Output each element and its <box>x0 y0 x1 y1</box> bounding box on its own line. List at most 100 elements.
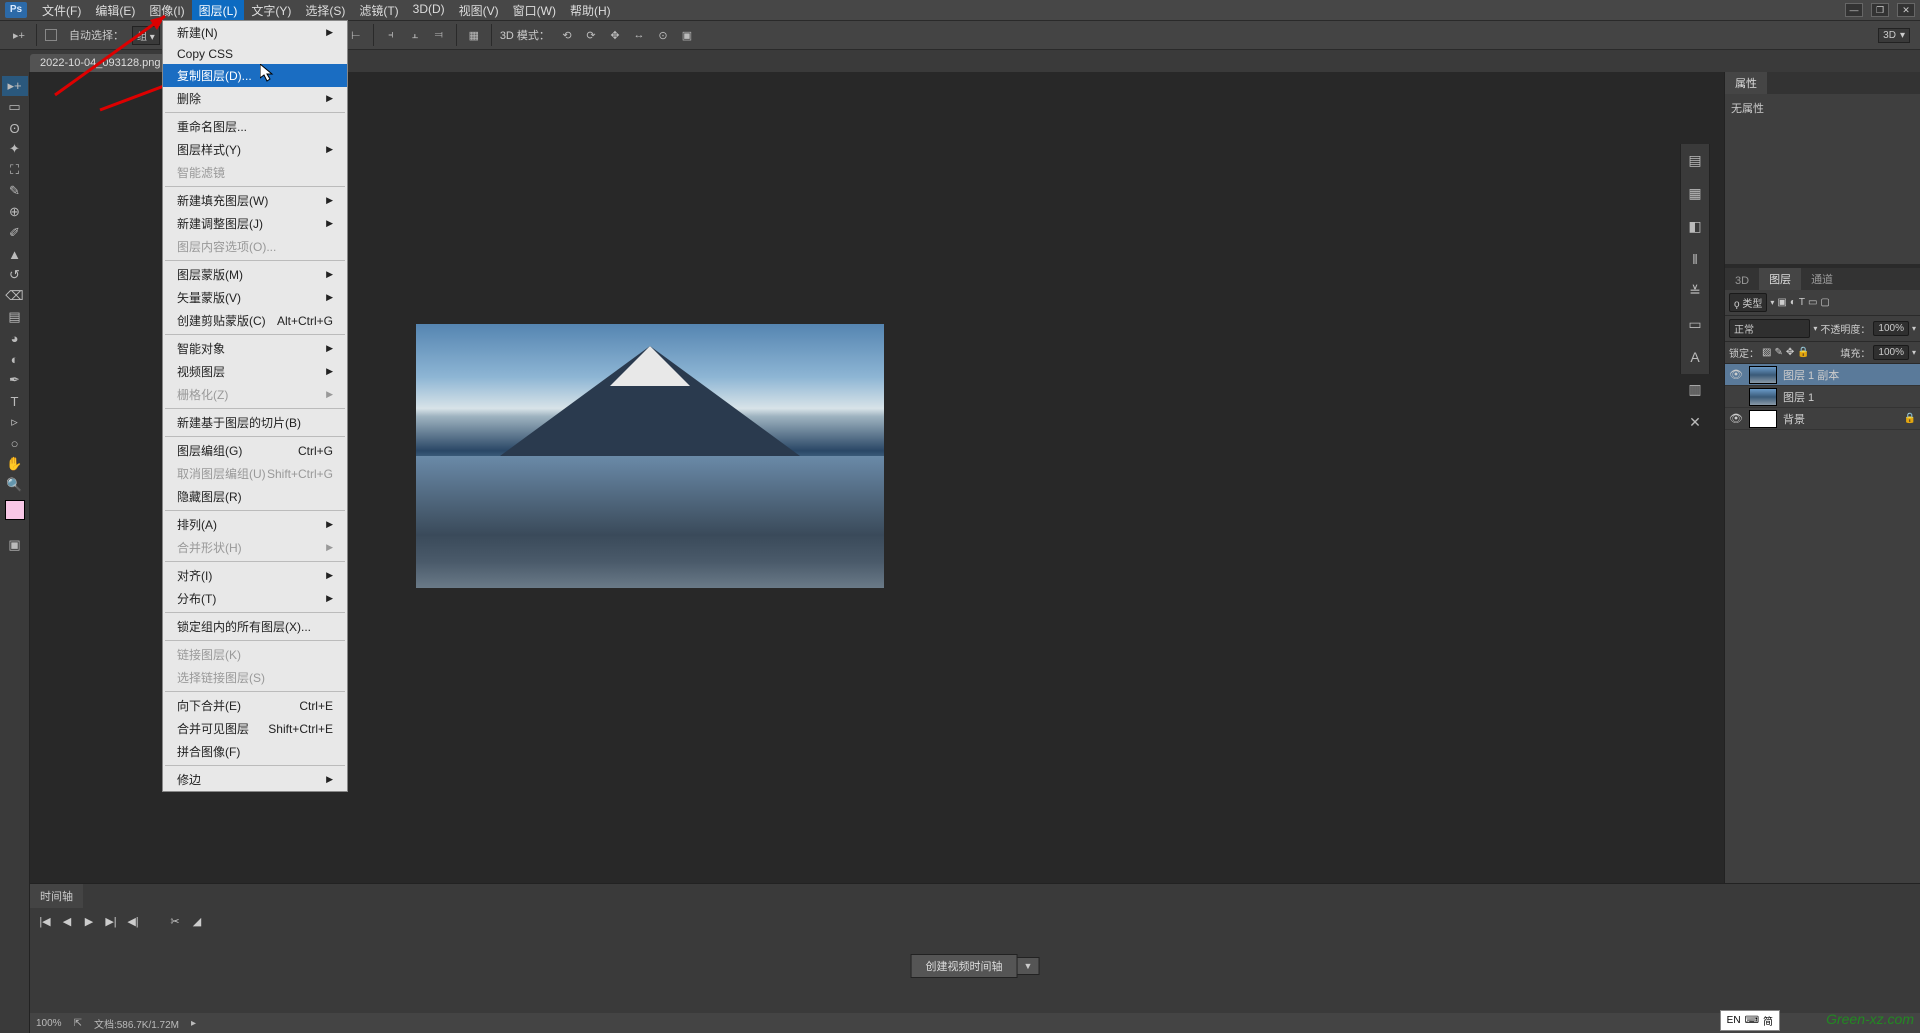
visibility-toggle[interactable]: 👁 <box>1729 368 1743 381</box>
tl-cut-icon[interactable]: ✂ <box>168 914 182 928</box>
filter-adj-icon[interactable]: ◐ <box>1790 297 1796 308</box>
fill-value[interactable]: 100% <box>1873 345 1909 360</box>
layer-row[interactable]: 👁图层 1 副本 <box>1725 364 1920 386</box>
pen-tool[interactable]: ✒ <box>2 370 28 390</box>
crop-tool[interactable]: ⛶ <box>2 160 28 180</box>
menu-窗口[interactable]: 窗口(W) <box>506 0 563 21</box>
menu-item-修边[interactable]: 修边▶ <box>163 768 347 791</box>
brush-preset-icon[interactable]: ‖ <box>1684 251 1706 267</box>
menu-item-图层编组G[interactable]: 图层编组(G)Ctrl+G <box>163 439 347 462</box>
layer-filter-combo[interactable]: ϙ 类型 <box>1729 293 1767 312</box>
tl-prev-icon[interactable]: ◀ <box>60 914 74 928</box>
tab-channels[interactable]: 通道 <box>1801 268 1843 290</box>
camera-3d-icon[interactable]: ▣ <box>678 26 696 44</box>
gradient-tool[interactable]: ▤ <box>2 307 28 327</box>
adjustments-icon[interactable]: ≚ <box>1684 283 1706 300</box>
healing-tool[interactable]: ⊕ <box>2 202 28 222</box>
tl-transition-icon[interactable]: ◢ <box>190 914 204 928</box>
eraser-tool[interactable]: ⌫ <box>2 286 28 306</box>
menu-item-智能对象[interactable]: 智能对象▶ <box>163 337 347 360</box>
type-tool[interactable]: T <box>2 391 28 411</box>
menu-item-新建填充图层W[interactable]: 新建填充图层(W)▶ <box>163 189 347 212</box>
menu-item-重命名图层[interactable]: 重命名图层... <box>163 115 347 138</box>
menu-item-图层样式Y[interactable]: 图层样式(Y)▶ <box>163 138 347 161</box>
tab-layers[interactable]: 图层 <box>1759 268 1801 290</box>
ime-indicator[interactable]: EN ⌨ 简 <box>1720 1010 1780 1031</box>
auto-align-icon[interactable]: ▦ <box>465 26 483 44</box>
menu-item-CopyCSS[interactable]: Copy CSS <box>163 44 347 64</box>
hand-tool[interactable]: ✋ <box>2 454 28 474</box>
menu-item-新建调整图层J[interactable]: 新建调整图层(J)▶ <box>163 212 347 235</box>
menu-item-新建基于图层的切片B[interactable]: 新建基于图层的切片(B) <box>163 411 347 434</box>
zoom-arrow-icon[interactable]: ⇱ <box>74 1018 82 1029</box>
menu-item-对齐I[interactable]: 对齐(I)▶ <box>163 564 347 587</box>
minimize-button[interactable]: — <box>1845 3 1863 17</box>
menu-item-创建剪贴蒙版C[interactable]: 创建剪贴蒙版(C)Alt+Ctrl+G <box>163 309 347 332</box>
menu-item-合并可见图层[interactable]: 合并可见图层Shift+Ctrl+E <box>163 717 347 740</box>
swatches-icon[interactable]: ▦ <box>1684 185 1706 202</box>
layer-row[interactable]: 👁背景🔒 <box>1725 408 1920 430</box>
filter-shape-icon[interactable]: ▭ <box>1808 297 1817 308</box>
lock-transparency-icon[interactable]: ▨ <box>1762 347 1771 358</box>
right-workspace-combo[interactable]: 3D ▾ <box>1878 28 1910 43</box>
blend-mode-combo[interactable]: 正常 <box>1729 319 1810 338</box>
roll-3d-icon[interactable]: ⟳ <box>582 26 600 44</box>
zoom-tool[interactable]: 🔍 <box>2 475 28 495</box>
menu-item-图层蒙版M[interactable]: 图层蒙版(M)▶ <box>163 263 347 286</box>
create-timeline-dropdown[interactable]: ▼ <box>1017 957 1040 975</box>
tl-next-icon[interactable]: ▶| <box>104 914 118 928</box>
menu-item-视频图层[interactable]: 视频图层▶ <box>163 360 347 383</box>
blur-tool[interactable]: ◕ <box>2 328 28 348</box>
dodge-tool[interactable]: ◐ <box>2 349 28 369</box>
layer-row[interactable]: 图层 1 <box>1725 386 1920 408</box>
maximize-button[interactable]: ❐ <box>1871 3 1889 17</box>
distribute-v-icon[interactable]: ⫠ <box>406 26 424 44</box>
stamp-tool[interactable]: ▲ <box>2 244 28 264</box>
menu-item-新建N[interactable]: 新建(N)▶ <box>163 21 347 44</box>
menu-item-矢量蒙版V[interactable]: 矢量蒙版(V)▶ <box>163 286 347 309</box>
lock-pixels-icon[interactable]: ✎ <box>1774 347 1782 358</box>
lock-all-icon[interactable]: 🔒 <box>1797 347 1809 358</box>
menu-item-锁定组内的所有图层X[interactable]: 锁定组内的所有图层(X)... <box>163 615 347 638</box>
foreground-color-swatch[interactable] <box>5 500 25 520</box>
path-select-tool[interactable]: ▹ <box>2 412 28 432</box>
distribute-3-icon[interactable]: ⫤ <box>430 26 448 44</box>
history-brush-tool[interactable]: ↺ <box>2 265 28 285</box>
menu-item-隐藏图层R[interactable]: 隐藏图层(R) <box>163 485 347 508</box>
create-video-timeline-button[interactable]: 创建视频时间轴 <box>911 954 1018 978</box>
lock-position-icon[interactable]: ✥ <box>1786 347 1794 358</box>
tl-first-icon[interactable]: |◀ <box>38 914 52 928</box>
zoom-3d-icon[interactable]: ⊙ <box>654 26 672 44</box>
zoom-value[interactable]: 100% <box>36 1018 62 1029</box>
tl-last-icon[interactable]: ◀| <box>126 914 140 928</box>
tab-properties[interactable]: 属性 <box>1725 72 1767 94</box>
menu-item-分布T[interactable]: 分布(T)▶ <box>163 587 347 610</box>
slide-3d-icon[interactable]: ↔ <box>630 26 648 44</box>
eyedropper-tool[interactable]: ✎ <box>2 181 28 201</box>
status-arrow-icon[interactable]: ▸ <box>191 1018 196 1029</box>
cross-icon[interactable]: ✕ <box>1684 414 1706 431</box>
close-button[interactable]: ✕ <box>1897 3 1915 17</box>
tab-3d[interactable]: 3D <box>1725 272 1759 290</box>
history-icon[interactable]: ▤ <box>1684 152 1706 169</box>
visibility-toggle[interactable]: 👁 <box>1729 412 1743 425</box>
menu-item-删除[interactable]: 删除▶ <box>163 87 347 110</box>
pan-3d-icon[interactable]: ✥ <box>606 26 624 44</box>
tl-play-icon[interactable]: ▶ <box>82 914 96 928</box>
brush-tool[interactable]: ✐ <box>2 223 28 243</box>
menu-item-排列A[interactable]: 排列(A)▶ <box>163 513 347 536</box>
shape-tool[interactable]: ○ <box>2 433 28 453</box>
menu-item-向下合并E[interactable]: 向下合并(E)Ctrl+E <box>163 694 347 717</box>
orbit-3d-icon[interactable]: ⟲ <box>558 26 576 44</box>
filter-type-icon[interactable]: T <box>1799 297 1805 308</box>
menu-item-复制图层D[interactable]: 复制图层(D)... <box>163 64 347 87</box>
menu-item-拼合图像F[interactable]: 拼合图像(F) <box>163 740 347 763</box>
opacity-value[interactable]: 100% <box>1873 321 1909 336</box>
distribute-h-icon[interactable]: ⫞ <box>382 26 400 44</box>
menu-3d[interactable]: 3D(D) <box>406 0 452 21</box>
menu-视图[interactable]: 视图(V) <box>452 0 506 21</box>
paragraph-icon[interactable]: ▭ <box>1684 316 1706 333</box>
filter-smart-icon[interactable]: ▢ <box>1820 297 1829 308</box>
styles-icon[interactable]: ▥ <box>1684 381 1706 398</box>
color-icon[interactable]: ◧ <box>1684 218 1706 235</box>
